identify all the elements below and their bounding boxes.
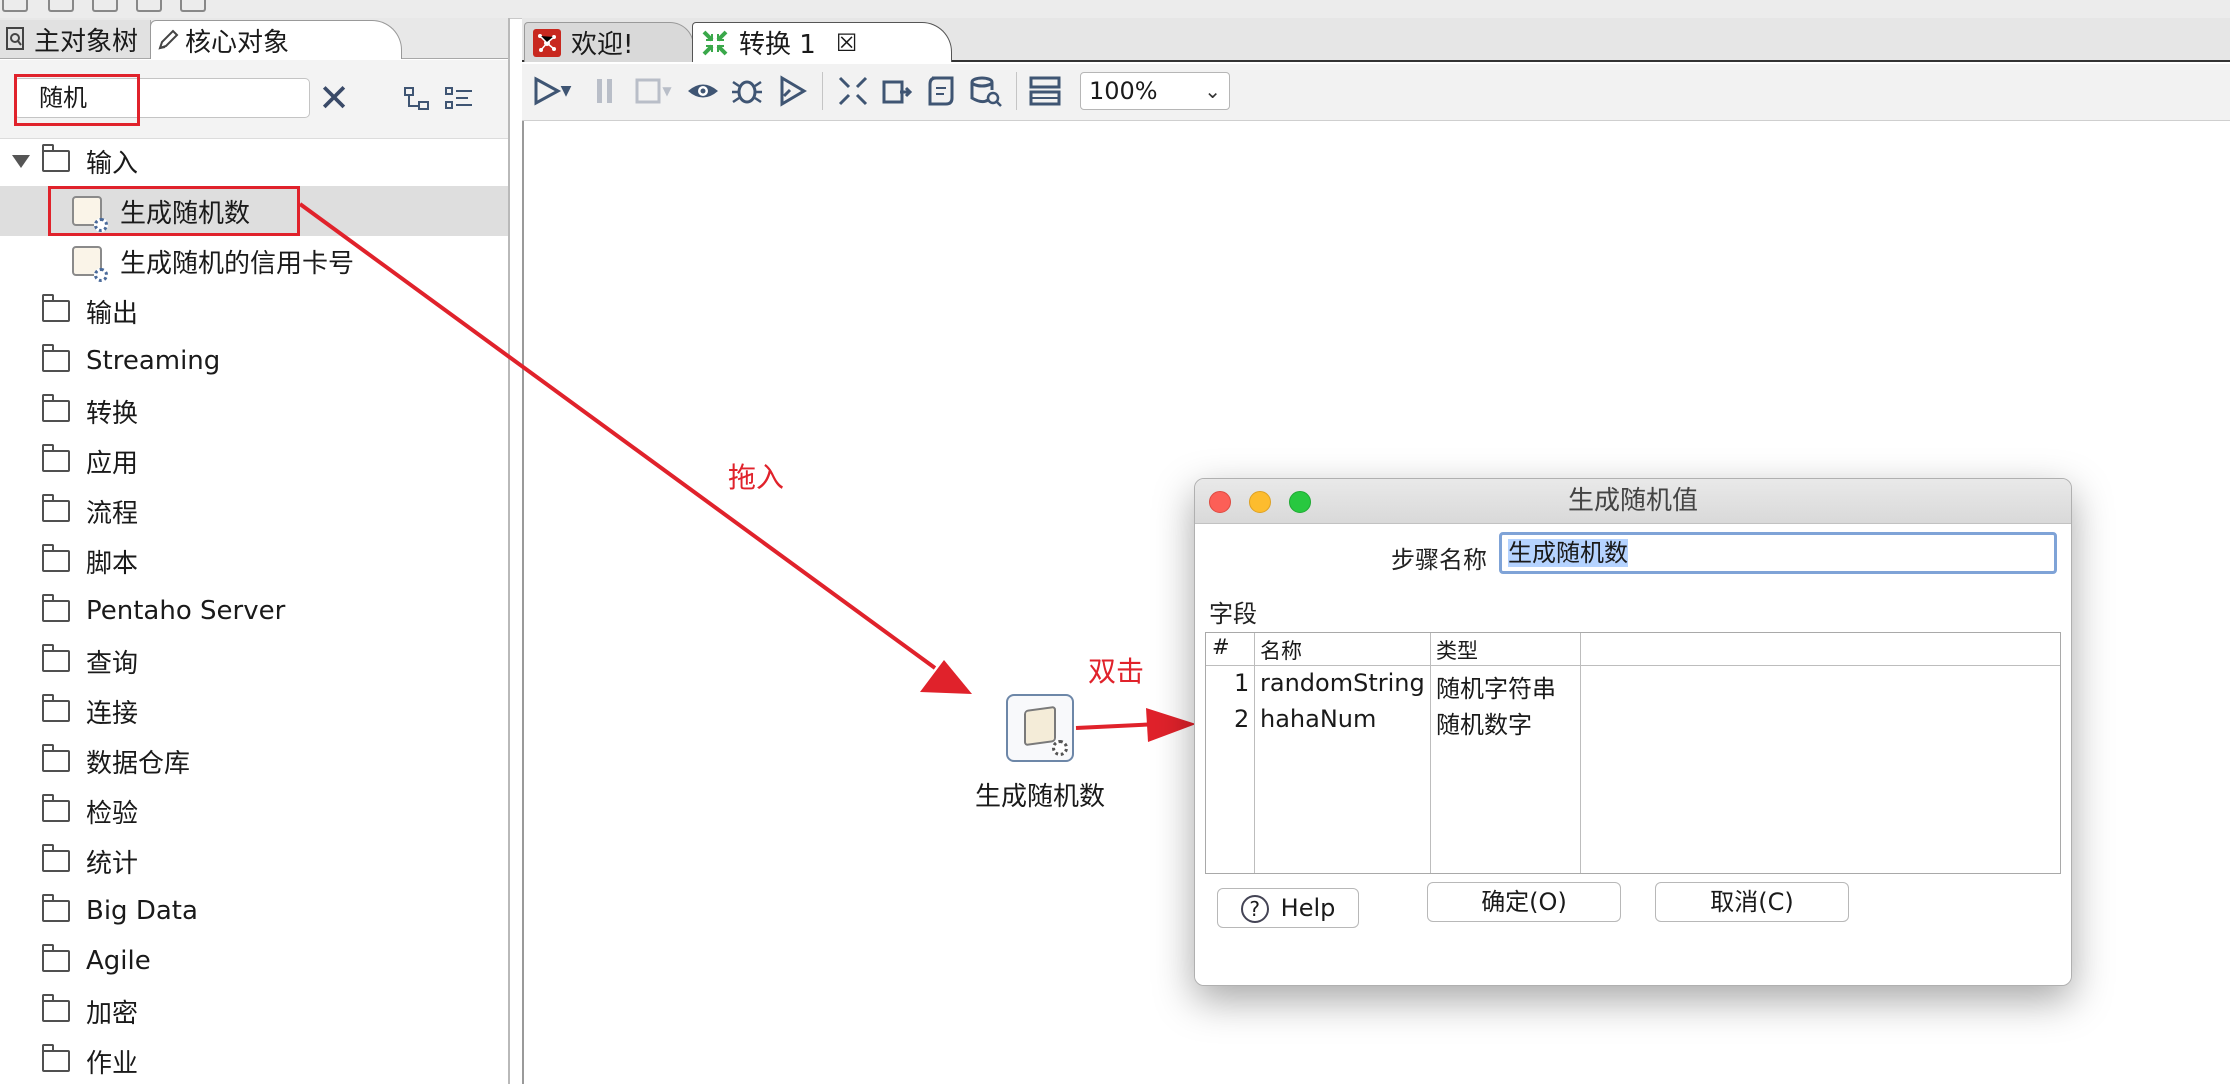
fields-label: 字段 [1209,600,1257,628]
annotation-double-click-label: 双击 [1088,655,1145,688]
gear-icon [1052,740,1068,756]
dialog-title: 生成随机值 [1567,486,1698,516]
row-number: 1 [1234,669,1250,697]
dialog-titlebar: 生成随机值 [1195,479,2071,524]
annotation-drag-label: 拖入 [728,461,785,494]
field-type-cell[interactable]: 随机数字 [1436,705,1532,740]
close-window-button[interactable] [1209,491,1231,513]
help-button[interactable]: ? Help [1217,888,1359,928]
field-name-cell[interactable]: randomString [1260,669,1425,697]
field-type-cell[interactable]: 随机字符串 [1436,669,1556,704]
column-header-name[interactable]: 名称 [1260,635,1302,665]
row-number: 2 [1234,705,1250,733]
help-label: Help [1280,894,1336,922]
dice-icon [1024,705,1056,747]
double-click-arrow-head [1146,708,1196,742]
ok-label: 确定(O) [1481,888,1567,916]
cancel-button[interactable]: 取消(C) [1655,882,1849,922]
minimize-window-button[interactable] [1249,491,1271,513]
dialog-body: 步骤名称 生成随机数 字段 # 名称 类型 1 randomString 随机字… [1195,524,2071,985]
drag-arrow-line [298,202,937,670]
help-icon: ? [1240,895,1269,923]
column-header-number: # [1212,635,1230,659]
fields-table[interactable]: # 名称 类型 1 randomString 随机字符串 2 hahaNum 随… [1205,632,2061,874]
ok-button[interactable]: 确定(O) [1427,882,1621,922]
zoom-window-button[interactable] [1289,491,1311,513]
column-header-type[interactable]: 类型 [1436,635,1478,665]
step-name-value: 生成随机数 [1508,539,1628,567]
step-name-label: 步骤名称 [1391,546,1487,574]
random-value-dialog: 生成随机值 步骤名称 生成随机数 字段 # 名称 类型 1 randomStri… [1194,478,2072,986]
field-name-cell[interactable]: hahaNum [1260,705,1376,733]
random-step-node[interactable] [1006,694,1074,762]
step-name-input[interactable]: 生成随机数 [1499,532,2057,574]
step-node-label: 生成随机数 [974,782,1105,812]
table-header: # 名称 类型 [1206,633,2060,666]
cancel-label: 取消(C) [1710,888,1794,916]
